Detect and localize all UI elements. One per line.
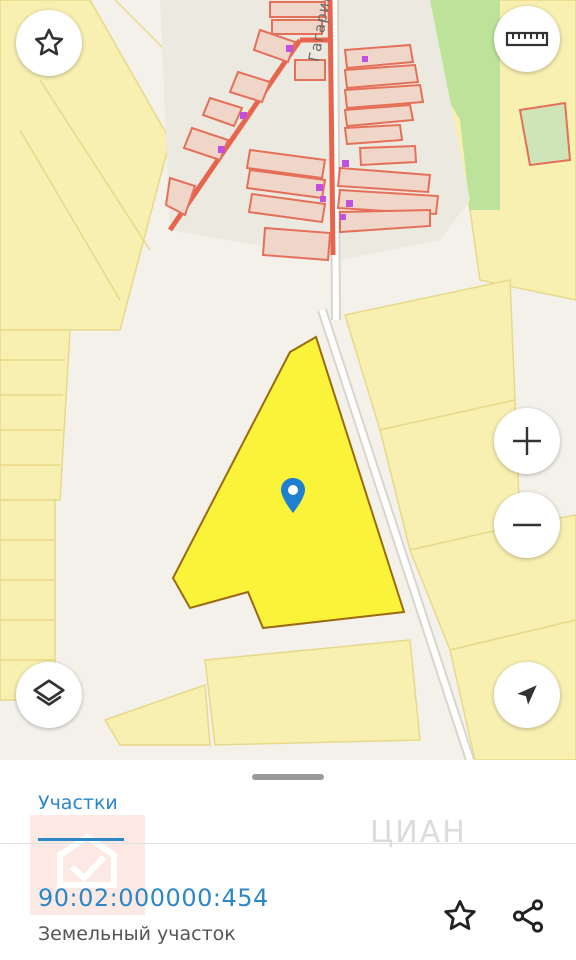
share-icon xyxy=(512,899,544,933)
my-location-button[interactable] xyxy=(494,662,560,728)
layers-button[interactable] xyxy=(16,662,82,728)
parcel-type: Земельный участок xyxy=(38,923,236,945)
zoom-out-button[interactable] xyxy=(494,492,560,558)
parcel xyxy=(204,639,421,746)
zoom-in-button[interactable] xyxy=(494,408,560,474)
cadastral-number[interactable]: 90:02:000000:454 xyxy=(38,884,269,912)
layers-icon xyxy=(33,679,65,706)
ruler-button[interactable] xyxy=(494,6,560,72)
drag-handle[interactable] xyxy=(252,774,324,780)
tab-parcels[interactable]: Участки xyxy=(38,792,118,814)
ruler-icon xyxy=(505,31,549,47)
plus-icon xyxy=(513,427,541,455)
share-button[interactable] xyxy=(508,896,548,936)
map-canvas xyxy=(0,0,576,760)
star-icon xyxy=(34,28,64,56)
parcel xyxy=(0,329,71,501)
star-outline-icon xyxy=(444,900,476,930)
parcel xyxy=(518,101,572,167)
tab-indicator xyxy=(38,838,124,841)
favorite-button[interactable] xyxy=(16,10,82,76)
divider xyxy=(0,843,576,844)
navigation-arrow-icon xyxy=(517,685,537,705)
add-favorite-button[interactable] xyxy=(440,896,480,936)
minus-icon xyxy=(513,523,541,527)
parcel xyxy=(103,683,211,746)
bottom-sheet: ЦИАН Участки 90:02:000000:454 Земельный … xyxy=(0,760,576,960)
watermark-text: ЦИАН xyxy=(370,815,467,850)
map-view[interactable]: Гагарина ул xyxy=(0,0,576,760)
